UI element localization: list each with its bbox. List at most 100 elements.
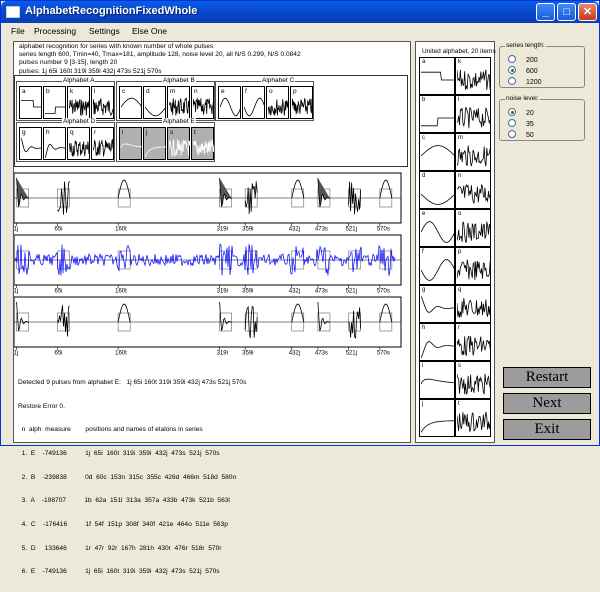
alphabet-group-label: Alphabet E	[162, 118, 196, 126]
title-bar[interactable]: AlphabetRecognitionFixedWhole _ □ ✕	[1, 1, 599, 23]
results-text: Detected 9 pulses from alphabet E: 1j 65…	[18, 363, 398, 592]
alphabet-wave	[93, 97, 114, 117]
alphabet-wave	[292, 97, 313, 115]
alphabet-group-label: Alphabet A	[62, 77, 96, 85]
radio-series-length-0[interactable]	[508, 55, 516, 63]
series-tick-label: 359i	[242, 289, 253, 295]
noise-level-option[interactable]: 35	[508, 119, 534, 129]
noise-level-group: noise level: 20 35 50	[499, 95, 585, 141]
series-plots: 1j 65i 160t 319i 359i 432j 473s 521j 570s 1j 65i 16…	[14, 171, 403, 357]
radio-label: 600	[526, 68, 538, 75]
close-button[interactable]: ✕	[578, 3, 597, 21]
series-length-option[interactable]: 600	[508, 66, 538, 76]
alphabet-cell-letter: e	[221, 88, 225, 95]
alphabet-cell: e	[218, 86, 241, 119]
radio-label: 200	[526, 57, 538, 64]
radio-label: 1200	[526, 79, 542, 86]
united-cell-letter: l	[458, 97, 460, 103]
exit-button[interactable]: Exit	[503, 419, 591, 440]
united-alphabet-cell: d	[419, 171, 455, 209]
united-wave	[421, 193, 455, 205]
menu-settings[interactable]: Settings	[89, 26, 120, 36]
united-alphabet-cell: p	[455, 247, 491, 285]
results-header: n alph measure positions and names of et…	[18, 426, 203, 434]
alphabet-cell-letter: m	[170, 88, 176, 95]
series-tick-label: 359i	[242, 227, 253, 233]
restart-button[interactable]: Restart	[503, 367, 591, 388]
alphabet-wave	[69, 140, 90, 158]
alphabet-wave	[45, 144, 66, 159]
minimize-button[interactable]: _	[536, 3, 555, 21]
united-cell-letter: i	[422, 363, 424, 369]
united-cell-letter: q	[458, 287, 462, 293]
alphabet-cell-letter: q	[70, 129, 74, 136]
menu-bar: File Processing Settings Else One	[1, 23, 599, 39]
menu-processing[interactable]: Processing	[34, 26, 76, 36]
series-tick-label: 521j	[346, 289, 357, 295]
alphabet-wave	[193, 98, 214, 115]
series-tick-label: 65i	[54, 227, 62, 233]
united-wave	[457, 259, 491, 280]
series-tick-label: 432j	[289, 351, 300, 357]
united-wave	[457, 335, 491, 357]
alphabet-cell: l	[91, 86, 114, 119]
alphabet-cell: c	[119, 86, 142, 119]
alphabet-cell-letter: l	[94, 88, 96, 95]
series-tick-label: 65i	[54, 289, 62, 295]
maximize-button[interactable]: □	[557, 3, 576, 21]
next-button[interactable]: Next	[503, 393, 591, 414]
radio-label: 35	[526, 121, 534, 128]
radio-series-length-2[interactable]	[508, 77, 516, 85]
series-length-option[interactable]: 1200	[508, 77, 542, 87]
alphabet-cell: a	[19, 86, 42, 119]
united-wave	[457, 298, 491, 318]
united-alphabet-cell: s	[455, 361, 491, 399]
alphabet-cell: m	[167, 86, 190, 119]
series-tick-label: 65i	[54, 351, 62, 357]
result-row: 4. C -176416 1f 54f 151p 308f 340f 421e …	[18, 521, 228, 529]
united-alphabet-cell: i	[419, 361, 455, 399]
united-alphabet-cell: m	[455, 133, 491, 171]
series-tick-label: 160t	[115, 351, 127, 357]
united-wave	[457, 221, 491, 243]
united-alphabet-cell: a	[419, 57, 455, 95]
radio-noise-level-1[interactable]	[508, 119, 516, 127]
united-cell-letter: s	[458, 363, 461, 369]
alphabet-wave	[193, 139, 214, 155]
alphabet-group-label: Alphabet C	[261, 77, 296, 85]
alphabet-cell: s	[167, 127, 190, 160]
series-length-group: series length: 200 600 1200	[499, 42, 585, 88]
alphabet-cell-letter: n	[194, 88, 198, 95]
alphabet-cell: r	[91, 127, 114, 160]
alphabet-wave	[21, 137, 42, 152]
radio-noise-level-2[interactable]	[508, 130, 516, 138]
alphabet-cell-letter: a	[22, 88, 26, 95]
united-wave	[457, 69, 491, 91]
series-tick-label: 319i	[217, 289, 228, 295]
radio-noise-level-0[interactable]	[508, 108, 516, 116]
radio-series-length-1[interactable]	[508, 66, 516, 74]
menu-else-one[interactable]: Else One	[132, 26, 167, 36]
noise-level-option[interactable]: 50	[508, 130, 534, 140]
alphabet-group: Alphabet D g h q r	[16, 118, 115, 162]
alphabet-wave	[169, 97, 190, 116]
alphabet-cell-letter: j	[146, 129, 148, 136]
menu-file[interactable]: File	[11, 26, 25, 36]
series-length-option[interactable]: 200	[508, 55, 538, 65]
alphabet-wave	[268, 98, 289, 116]
alphabet-cell-letter: c	[122, 88, 126, 95]
result-row: 1. E -749136 1j 65i 160t 319i 359i 432j …	[18, 449, 220, 457]
united-wave	[421, 259, 455, 281]
alphabet-group: Alphabet C e f o p	[215, 77, 314, 121]
noise-level-option[interactable]: 20	[508, 108, 534, 118]
alphabet-group: Alphabet E i j s t	[116, 118, 215, 162]
united-wave	[457, 107, 491, 129]
alphabet-group-label: Alphabet B	[162, 77, 196, 85]
united-cell-letter: f	[422, 249, 424, 255]
united-wave	[421, 221, 455, 243]
series-tick-label: 1j	[14, 351, 18, 357]
restore-error-line: Restore Error 0.	[18, 402, 65, 410]
united-cell-letter: d	[422, 173, 426, 179]
alphabet-wave	[220, 97, 241, 117]
window-title: AlphabetRecognitionFixedWhole	[25, 5, 198, 17]
